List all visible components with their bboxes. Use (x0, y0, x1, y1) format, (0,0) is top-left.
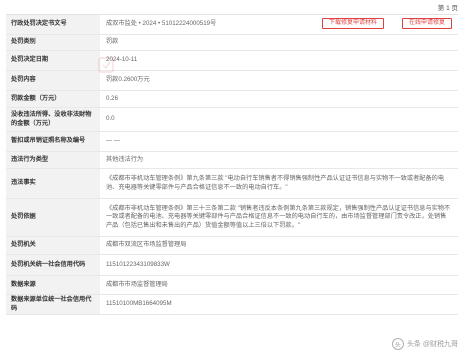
field-label: 罚款金额（万元） (6, 91, 100, 107)
record-row: 处罚机关统一社会信用代码 11510122343109833W (6, 255, 458, 276)
field-value-cell: 罚款 (100, 35, 458, 50)
field-label: 暂扣或吊销证照名称及编号 (6, 132, 100, 151)
download-repair-materials-button[interactable]: 下载修复申请材料 (321, 18, 384, 29)
field-value-cell: 其他违法行为 (100, 152, 458, 168)
record-row: 处罚内容 罚款0.2600万元 (6, 71, 458, 91)
apply-repair-online-button[interactable]: 在线申请修复 (401, 18, 452, 29)
record-row: 处罚决定日期 2024-10-11 (6, 51, 458, 71)
field-value-cell: 11510100MB1664095M (100, 295, 458, 314)
field-label: 违法事实 (6, 169, 100, 198)
field-label: 处罚机关统一社会信用代码 (6, 255, 100, 275)
source-watermark: 头 头条 @财税九哥 (391, 338, 458, 350)
field-value: 成都市双流区市场监督管理局 (106, 241, 187, 249)
credit-china-seal-watermark (98, 57, 114, 73)
field-label: 行政处罚决定书文号 (6, 15, 100, 34)
field-value: 《成都市非机动车管理条例》第九条第三款 "电动自行车销售者不得销售强制性产品认证… (106, 175, 445, 191)
field-value: 罚款0.2600万元 (106, 76, 150, 84)
field-label: 处罚机关 (6, 237, 100, 254)
record-row: 处罚类别 罚款 (6, 35, 458, 51)
field-label: 没收违法所得、没收非法财物的金额（万元） (6, 108, 100, 131)
field-label: 处罚依据 (6, 199, 100, 236)
record-row: 数据来源 成都市市场监督管理局 (6, 276, 458, 295)
field-value-cell: 11510122343109833W (100, 255, 458, 275)
field-value: 《成都市非机动车管理条例》第三十三条第二款 "销售者违反本条例第九条第三款规定，… (106, 204, 451, 229)
field-value: 0.0 (106, 115, 115, 123)
field-value-cell: 《成都市非机动车管理条例》第三十三条第二款 "销售者违反本条例第九条第三款规定，… (100, 199, 458, 236)
record-row: 违法行为类型 其他违法行为 (6, 152, 458, 169)
field-value: 11510100MB1664095M (106, 300, 172, 308)
record-row: 没收违法所得、没收非法财物的金额（万元） 0.0 (6, 108, 458, 132)
field-value-cell: 0.26 (100, 91, 458, 107)
watermark-text: 头条 @财税九哥 (406, 341, 458, 348)
field-value-cell: 成都市双流区市场监督管理局 (100, 237, 458, 254)
record-row: 处罚机关 成都市双流区市场监督管理局 (6, 237, 458, 255)
field-label: 数据来源单位统一社会信用代码 (6, 295, 100, 314)
record-row: 处罚依据 《成都市非机动车管理条例》第三十三条第二款 "销售者违反本条例第九条第三… (6, 199, 458, 237)
field-value: 成都市市场监督管理局 (106, 280, 168, 288)
record-row: 暂扣或吊销证照名称及编号 — — (6, 132, 458, 152)
field-value: 罚款 (106, 38, 119, 46)
field-value: 其他违法行为 (106, 155, 144, 163)
record-row: 罚款金额（万元） 0.26 (6, 91, 458, 108)
field-value-cell: 《成都市非机动车管理条例》第九条第三款 "电动自行车销售者不得销售强制性产品认证… (100, 169, 458, 198)
penalty-record-table: 行政处罚决定书文号 成双市监处 • 2024 • 51012224000519号 下… (6, 14, 458, 315)
field-value-cell: 0.0 (100, 108, 458, 131)
field-label: 处罚类别 (6, 35, 100, 50)
record-row: 数据来源单位统一社会信用代码 11510100MB1664095M (6, 295, 458, 315)
field-value: — — (106, 137, 121, 145)
field-value-cell: 成都市市场监督管理局 (100, 276, 458, 294)
field-label: 数据来源 (6, 276, 100, 294)
record-row: 违法事实 《成都市非机动车管理条例》第九条第三款 "电动自行车销售者不得销售强制性… (6, 169, 458, 199)
field-value: 成双市监处 • 2024 • 51012224000519号 (106, 20, 217, 28)
field-value-cell: — — (100, 132, 458, 151)
toutiao-logo-icon: 头 (391, 338, 404, 350)
field-label: 违法行为类型 (6, 152, 100, 168)
field-value: 11510122343109833W (106, 260, 170, 268)
record-row: 行政处罚决定书文号 成双市监处 • 2024 • 51012224000519号 下… (6, 15, 458, 35)
field-value-cell: 成双市监处 • 2024 • 51012224000519号 下载修复申请材料 在线… (100, 15, 458, 34)
page-number: 第 1 页 (437, 5, 458, 12)
field-value: 0.26 (106, 94, 119, 102)
field-label: 处罚决定日期 (6, 51, 100, 70)
field-label: 处罚内容 (6, 71, 100, 90)
